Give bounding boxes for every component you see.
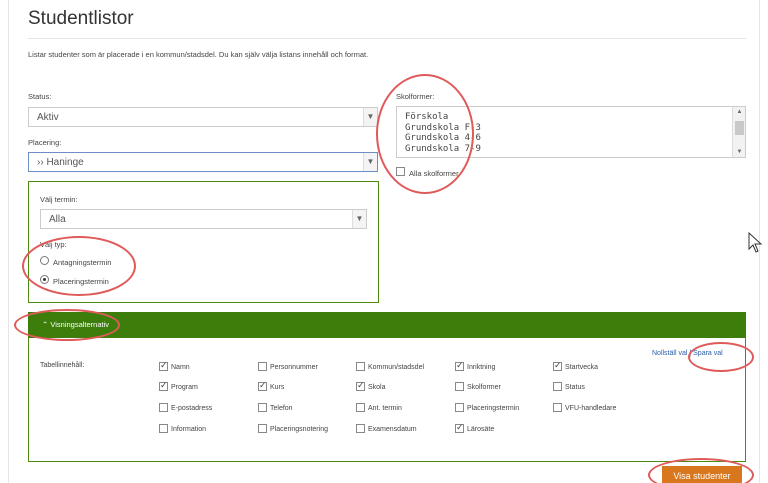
checkbox-placeringstermin[interactable] <box>455 403 464 412</box>
visningsalternativ-toggle[interactable]: ⌃ Visningsalternativ <box>28 312 746 338</box>
checkbox-skolformer[interactable] <box>455 382 464 391</box>
checkbox-telefon[interactable] <box>258 403 267 412</box>
chevron-down-icon: ▼ <box>352 210 366 228</box>
page-title: Studentlistor <box>28 8 134 29</box>
listbox-scrollbar[interactable]: ▲ ▼ <box>732 107 745 157</box>
termin-value: Alla <box>49 214 66 225</box>
checkbox-kommun[interactable] <box>356 362 365 371</box>
status-value: Aktiv <box>37 112 59 123</box>
checkbox-label: VFU-handledare <box>565 405 617 412</box>
checkbox-epost[interactable] <box>159 403 168 412</box>
chevron-down-icon[interactable]: ▼ <box>733 149 745 155</box>
checkbox-label: Ant. termin <box>368 405 402 412</box>
checkbox-label: Lärosäte <box>467 426 495 433</box>
checkbox-label: Program <box>171 384 198 391</box>
checkbox-label: Kommun/stadsdel <box>368 364 425 371</box>
checkbox-larosate[interactable] <box>455 422 464 433</box>
checkbox-label: Kurs <box>270 384 285 391</box>
placering-value: ›› Haninge <box>37 157 84 168</box>
status-label: Status: <box>28 92 52 101</box>
checkbox-vfu-handledare[interactable] <box>553 403 562 412</box>
status-select[interactable]: Aktiv ▼ <box>28 107 378 127</box>
checkbox-label: Skola <box>368 384 386 391</box>
checkbox-label: Information <box>171 426 207 433</box>
cursor-arrow-icon <box>748 231 763 253</box>
checkbox-namn[interactable] <box>159 360 168 371</box>
checkbox-ant-termin[interactable] <box>356 403 365 412</box>
annotation-ellipse <box>376 74 474 194</box>
visningsalternativ-panel <box>28 338 746 462</box>
chevron-down-icon: ▼ <box>363 108 377 126</box>
annotation-ellipse <box>688 342 754 372</box>
checkbox-label: Skolformer <box>467 384 501 391</box>
chevron-down-icon: ▼ <box>363 153 377 171</box>
checkbox-skola[interactable] <box>356 380 365 391</box>
checkbox-placeringsnotering[interactable] <box>258 424 267 433</box>
checkbox-information[interactable] <box>159 424 168 433</box>
checkbox-examensdatum[interactable] <box>356 424 365 433</box>
checkbox-label: Namn <box>171 364 190 371</box>
checkbox-label: Status <box>565 384 585 391</box>
checkbox-label: E-postadress <box>171 405 213 412</box>
page-intro: Listar studenter som är placerade i en k… <box>28 50 369 59</box>
checkbox-label: Placeringsnotering <box>270 426 328 433</box>
checkbox-label: Startvecka <box>565 364 599 371</box>
scrollbar-thumb[interactable] <box>735 121 744 135</box>
checkbox-kurs[interactable] <box>258 380 267 391</box>
checkbox-label: Examensdatum <box>368 426 417 433</box>
placering-label: Placering: <box>28 138 62 147</box>
checkbox-label: Inriktning <box>467 364 496 371</box>
checkbox-label: Personnummer <box>270 364 318 371</box>
nollstall-link[interactable]: Nollställ val <box>652 350 687 357</box>
checkbox-label: Telefon <box>270 405 293 412</box>
annotation-ellipse <box>22 236 136 296</box>
title-divider <box>28 38 746 39</box>
checkbox-inriktning[interactable] <box>455 360 464 371</box>
checkbox-program[interactable] <box>159 380 168 391</box>
checkbox-status[interactable] <box>553 382 562 391</box>
mouse-cursor-icon <box>748 231 764 259</box>
placering-select[interactable]: ›› Haninge ▼ <box>28 152 378 172</box>
checkbox-startvecka[interactable] <box>553 360 562 371</box>
checkbox-personnummer[interactable] <box>258 362 267 371</box>
termin-select[interactable]: Alla ▼ <box>40 209 367 229</box>
valj-termin-label: Välj termin: <box>40 195 78 204</box>
tabellinnehall-label: Tabellinnehåll: <box>40 362 85 369</box>
checkbox-label: Placeringstermin <box>467 405 520 412</box>
annotation-ellipse <box>14 309 120 341</box>
chevron-up-icon[interactable]: ▲ <box>733 109 745 115</box>
